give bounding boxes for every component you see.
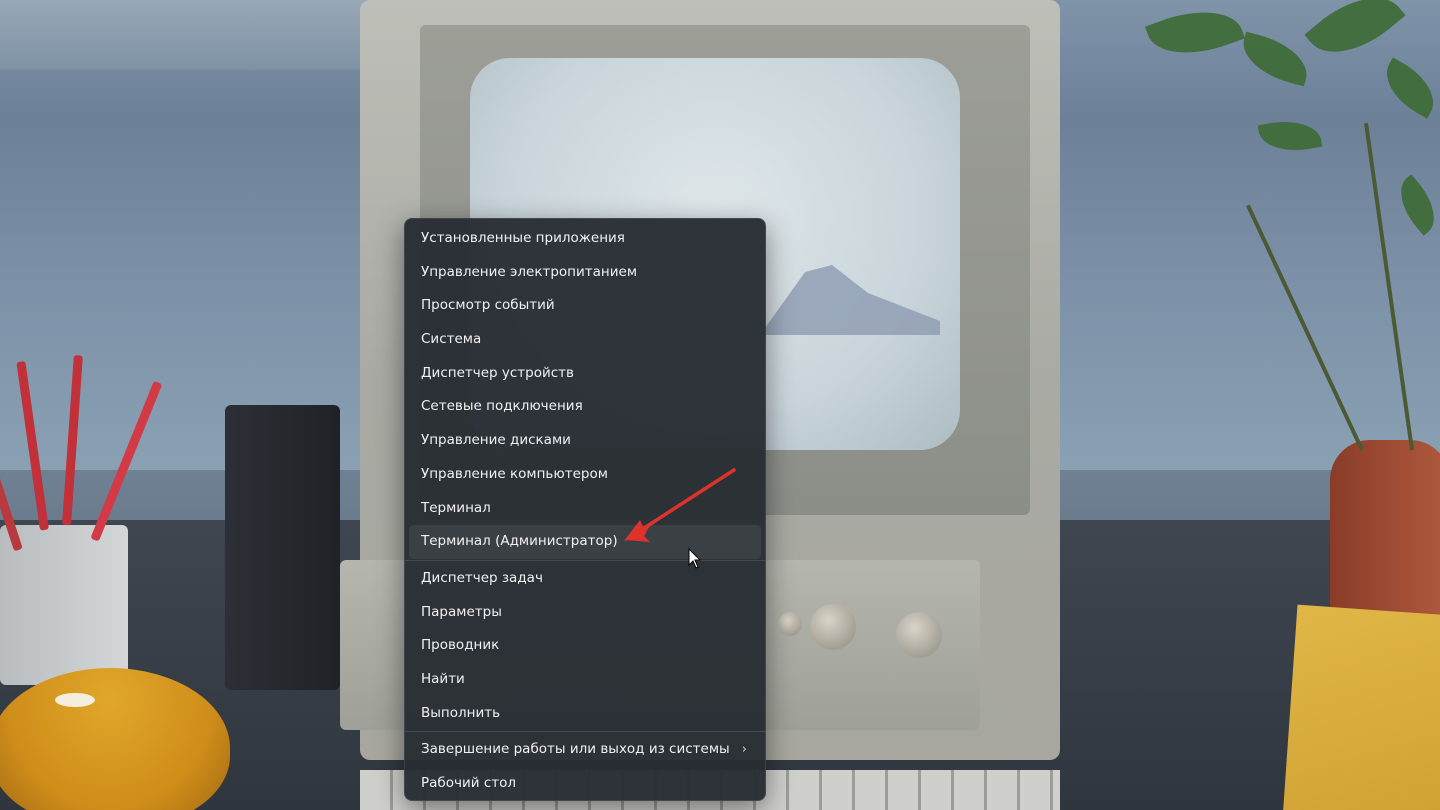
menu-item-task-manager[interactable]: Диспетчер задач <box>409 562 761 596</box>
wallpaper-shore <box>0 0 420 70</box>
mouse-pointer-icon <box>688 548 702 569</box>
menu-item-file-explorer[interactable]: Проводник <box>409 629 761 663</box>
wallpaper-bowl-shine <box>55 693 95 707</box>
wallpaper-knob <box>810 604 856 650</box>
menu-item-shutdown-label: Завершение работы или выход из системы <box>421 741 730 758</box>
menu-item-shutdown-signout[interactable]: Завершение работы или выход из системы › <box>409 733 761 767</box>
menu-item-disk-management[interactable]: Управление дисками <box>409 424 761 458</box>
menu-item-desktop[interactable]: Рабочий стол <box>409 767 761 801</box>
menu-separator <box>405 559 765 561</box>
wallpaper-speaker <box>225 405 340 690</box>
wallpaper-knob <box>778 612 802 636</box>
menu-separator <box>405 731 765 733</box>
menu-item-device-manager[interactable]: Диспетчер устройств <box>409 357 761 391</box>
menu-item-run[interactable]: Выполнить <box>409 697 761 731</box>
menu-item-power-options[interactable]: Управление электропитанием <box>409 256 761 290</box>
wallpaper-paper <box>1282 604 1440 810</box>
menu-item-network-connections[interactable]: Сетевые подключения <box>409 390 761 424</box>
chevron-right-icon: › <box>741 742 747 758</box>
menu-item-installed-apps[interactable]: Установленные приложения <box>409 222 761 256</box>
wallpaper-knob <box>896 612 942 658</box>
annotation-red-arrow-icon <box>624 468 736 542</box>
menu-item-system[interactable]: Система <box>409 323 761 357</box>
menu-item-search[interactable]: Найти <box>409 663 761 697</box>
wallpaper-plant-pot <box>1330 440 1440 620</box>
menu-item-event-viewer[interactable]: Просмотр событий <box>409 289 761 323</box>
menu-item-settings[interactable]: Параметры <box>409 596 761 630</box>
